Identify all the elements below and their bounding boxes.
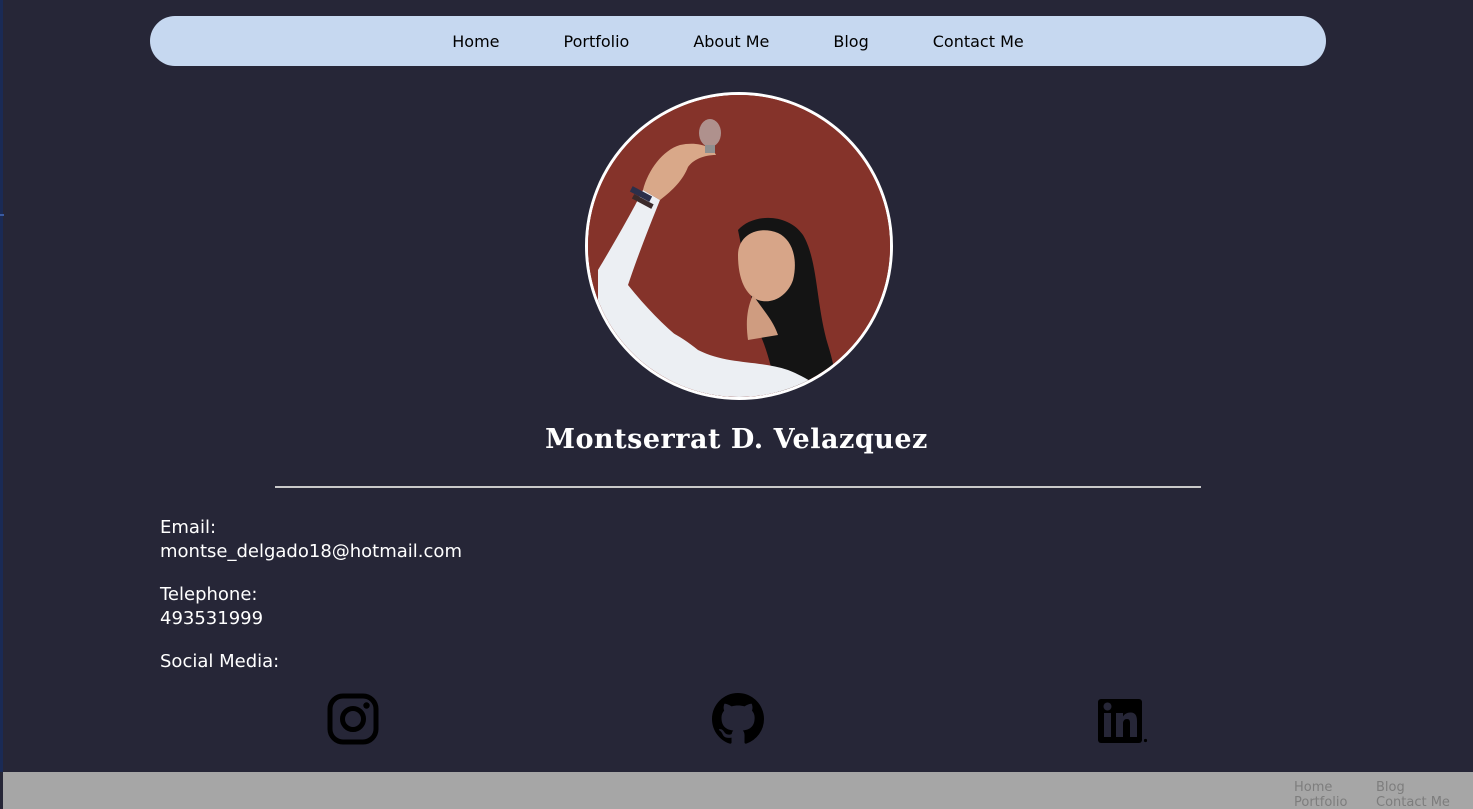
- profile-photo: [585, 92, 893, 400]
- github-icon[interactable]: [712, 693, 764, 745]
- footer-portfolio-link[interactable]: Portfolio: [1294, 795, 1376, 809]
- divider: [275, 486, 1201, 488]
- instagram-icon[interactable]: [327, 693, 379, 745]
- email-value: montse_delgado18@hotmail.com: [160, 541, 462, 562]
- left-edge-tick: [0, 214, 4, 216]
- main-navbar: Home Portfolio About Me Blog Contact Me: [150, 16, 1326, 66]
- profile-photo-illustration: [588, 95, 890, 397]
- nav-blog-link[interactable]: Blog: [833, 32, 868, 51]
- telephone-section: Telephone: 493531999: [160, 583, 263, 631]
- nav-contact-link[interactable]: Contact Me: [933, 32, 1024, 51]
- footer-nav: Home Blog Portfolio Contact Me: [1294, 780, 1469, 809]
- nav-about-link[interactable]: About Me: [693, 32, 769, 51]
- nav-home-link[interactable]: Home: [452, 32, 499, 51]
- nav-portfolio-link[interactable]: Portfolio: [564, 32, 630, 51]
- footer-blog-link[interactable]: Blog: [1376, 780, 1469, 795]
- footer-home-link[interactable]: Home: [1294, 780, 1376, 795]
- email-label: Email:: [160, 517, 217, 538]
- social-media-section: Social Media:: [160, 650, 279, 674]
- telephone-value: 493531999: [160, 608, 264, 629]
- email-section: Email: montse_delgado18@hotmail.com: [160, 516, 462, 564]
- linkedin-icon[interactable]: [1097, 693, 1149, 745]
- telephone-label: Telephone:: [160, 584, 258, 605]
- social-media-label: Social Media:: [160, 651, 280, 672]
- footer-contact-link[interactable]: Contact Me: [1376, 795, 1469, 809]
- page: Home Portfolio About Me Blog Contact Me: [0, 0, 1473, 809]
- left-edge-border: [0, 0, 3, 772]
- footer: Home Blog Portfolio Contact Me: [3, 772, 1473, 809]
- profile-name: Montserrat D. Velazquez: [545, 424, 928, 455]
